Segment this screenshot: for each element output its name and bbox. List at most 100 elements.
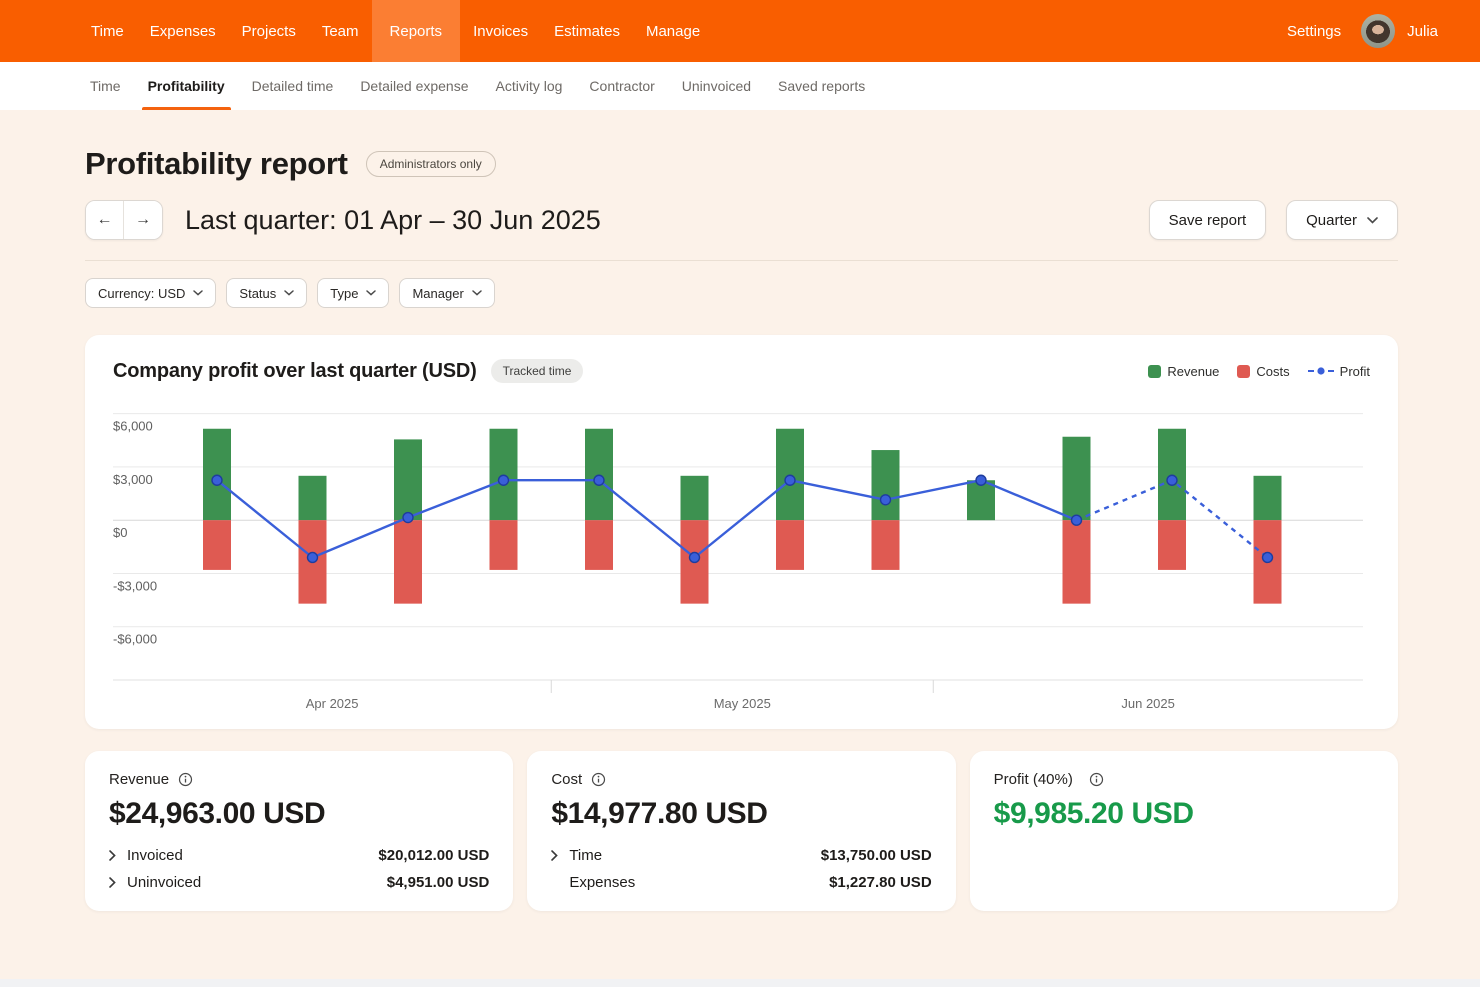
revenue-row-invoiced[interactable]: Invoiced $20,012.00 USD — [109, 847, 489, 864]
revenue-amount: $24,963.00 USD — [109, 797, 489, 831]
chevron-down-icon — [1367, 217, 1378, 224]
status-filter-label: Status — [239, 286, 276, 301]
profit-card-label: Profit (40%) — [994, 771, 1073, 788]
range-dropdown-button[interactable]: Quarter — [1286, 200, 1398, 240]
period-label: Last quarter: 01 Apr – 30 Jun 2025 — [185, 205, 601, 236]
nav-item-invoices[interactable]: Invoices — [460, 0, 541, 62]
section-divider — [85, 260, 1398, 261]
currency-filter[interactable]: Currency: USD — [85, 278, 216, 308]
settings-link[interactable]: Settings — [1279, 23, 1349, 40]
row-value: $1,227.80 USD — [829, 874, 932, 891]
save-report-label: Save report — [1169, 212, 1247, 229]
chevron-right-icon — [109, 850, 116, 861]
chevron-down-icon — [284, 290, 294, 296]
administrators-only-badge: Administrators only — [366, 151, 496, 177]
filter-bar: Currency: USD Status Type Manager — [85, 278, 1398, 308]
type-filter[interactable]: Type — [317, 278, 389, 308]
type-filter-label: Type — [330, 286, 358, 301]
bottom-strip — [0, 979, 1480, 987]
nav-right: Settings Julia — [1279, 0, 1438, 62]
legend-revenue-label: Revenue — [1167, 364, 1219, 379]
row-name: Uninvoiced — [127, 874, 201, 891]
subnav-item-detailed-expense[interactable]: Detailed expense — [360, 62, 468, 110]
svg-text:$3,000: $3,000 — [113, 472, 153, 487]
cost-card: Cost $14,977.80 USD Time $13,750.00 USD … — [527, 751, 955, 911]
page-title: Profitability report — [85, 146, 348, 182]
chevron-right-icon — [109, 877, 116, 888]
arrow-right-icon: → — [135, 211, 151, 229]
svg-text:Jun 2025: Jun 2025 — [1121, 696, 1175, 711]
main-content: Profitability report Administrators only… — [0, 110, 1480, 911]
next-period-button[interactable]: → — [124, 201, 162, 239]
chevron-down-icon — [366, 290, 376, 296]
revenue-swatch-icon — [1148, 365, 1161, 378]
row-value: $20,012.00 USD — [378, 847, 489, 864]
row-value: $4,951.00 USD — [387, 874, 490, 891]
chevron-right-icon — [551, 850, 558, 861]
range-label: Quarter — [1306, 212, 1357, 229]
tracked-time-badge: Tracked time — [491, 359, 584, 383]
svg-text:-$3,000: -$3,000 — [113, 578, 157, 593]
subnav-item-uninvoiced[interactable]: Uninvoiced — [682, 62, 751, 110]
nav-item-reports[interactable]: Reports — [372, 0, 461, 62]
cost-row-time[interactable]: Time $13,750.00 USD — [551, 847, 931, 864]
nav-item-estimates[interactable]: Estimates — [541, 0, 633, 62]
nav-item-team[interactable]: Team — [309, 0, 372, 62]
subnav-item-time[interactable]: Time — [90, 62, 121, 110]
svg-text:$0: $0 — [113, 525, 127, 540]
summary-cards: Revenue $24,963.00 USD Invoiced $20,012.… — [85, 751, 1398, 911]
profit-bar-line-chart: $6,000$3,000$0-$3,000-$6,000Apr 2025May … — [113, 403, 1363, 715]
manager-filter-label: Manager — [412, 286, 463, 301]
revenue-card-label: Revenue — [109, 771, 169, 788]
previous-period-button[interactable]: ← — [86, 201, 124, 239]
row-value: $13,750.00 USD — [821, 847, 932, 864]
nav-item-time[interactable]: Time — [78, 0, 137, 62]
nav-item-projects[interactable]: Projects — [229, 0, 309, 62]
svg-text:Apr 2025: Apr 2025 — [306, 696, 359, 711]
legend-item-revenue[interactable]: Revenue — [1148, 364, 1219, 379]
chevron-down-icon — [472, 290, 482, 296]
user-name[interactable]: Julia — [1407, 23, 1438, 40]
info-icon[interactable] — [1089, 772, 1104, 787]
profit-amount: $9,985.20 USD — [994, 797, 1374, 831]
save-report-button[interactable]: Save report — [1149, 200, 1267, 240]
revenue-row-uninvoiced[interactable]: Uninvoiced $4,951.00 USD — [109, 874, 489, 891]
legend-item-costs[interactable]: Costs — [1237, 364, 1289, 379]
costs-swatch-icon — [1237, 365, 1250, 378]
arrow-left-icon: ← — [97, 211, 113, 229]
chart-title: Company profit over last quarter (USD) — [113, 360, 477, 383]
profit-line-swatch-icon — [1308, 366, 1334, 376]
main-nav: Time Expenses Projects Team Reports Invo… — [78, 0, 713, 62]
row-name: Invoiced — [127, 847, 183, 864]
subnav-item-detailed-time[interactable]: Detailed time — [252, 62, 334, 110]
reports-subnav: Time Profitability Detailed time Detaile… — [0, 62, 1480, 110]
row-name: Time — [569, 847, 602, 864]
profit-card: Profit (40%) $9,985.20 USD — [970, 751, 1398, 911]
period-navigation: ← → — [85, 200, 163, 240]
svg-text:$6,000: $6,000 — [113, 419, 153, 434]
legend-item-profit[interactable]: Profit — [1308, 364, 1370, 379]
profit-chart-card: Company profit over last quarter (USD) T… — [85, 335, 1398, 729]
currency-filter-label: Currency: USD — [98, 286, 185, 301]
cost-amount: $14,977.80 USD — [551, 797, 931, 831]
legend-profit-label: Profit — [1340, 364, 1370, 379]
info-icon[interactable] — [591, 772, 606, 787]
chart-legend: Revenue Costs Profit — [1148, 364, 1370, 379]
status-filter[interactable]: Status — [226, 278, 307, 308]
user-avatar[interactable] — [1361, 14, 1395, 48]
cost-row-expenses: Expenses $1,227.80 USD — [551, 874, 931, 891]
cost-card-label: Cost — [551, 771, 582, 788]
revenue-card: Revenue $24,963.00 USD Invoiced $20,012.… — [85, 751, 513, 911]
row-name: Expenses — [569, 874, 635, 891]
subnav-item-profitability[interactable]: Profitability — [148, 62, 225, 110]
legend-costs-label: Costs — [1256, 364, 1289, 379]
subnav-item-contractor[interactable]: Contractor — [589, 62, 654, 110]
subnav-item-saved-reports[interactable]: Saved reports — [778, 62, 865, 110]
nav-item-manage[interactable]: Manage — [633, 0, 713, 62]
svg-text:-$6,000: -$6,000 — [113, 632, 157, 647]
nav-item-expenses[interactable]: Expenses — [137, 0, 229, 62]
top-nav: Time Expenses Projects Team Reports Invo… — [0, 0, 1480, 62]
subnav-item-activity-log[interactable]: Activity log — [496, 62, 563, 110]
info-icon[interactable] — [178, 772, 193, 787]
manager-filter[interactable]: Manager — [399, 278, 494, 308]
